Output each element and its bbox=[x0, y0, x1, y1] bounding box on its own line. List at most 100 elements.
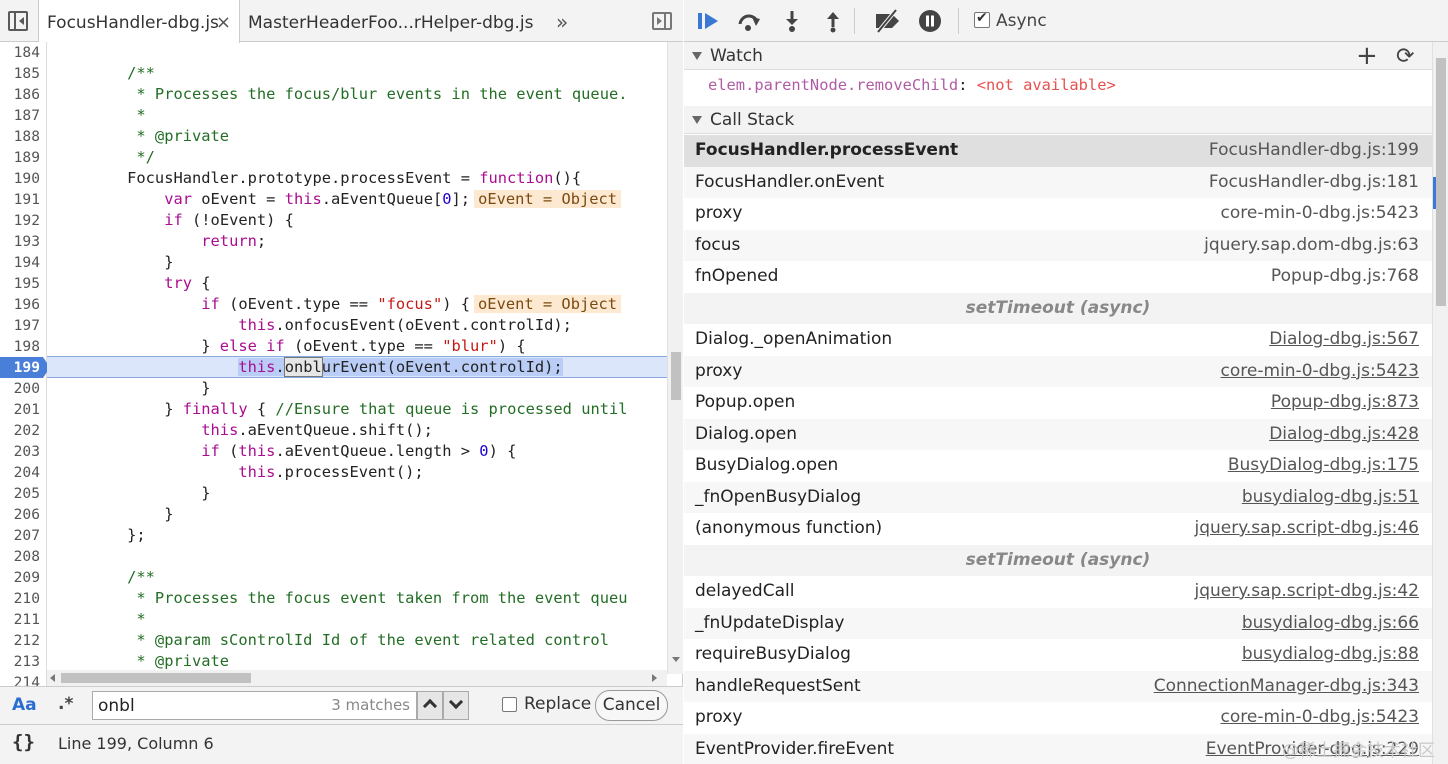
cancel-button[interactable]: Cancel bbox=[595, 690, 668, 721]
call-frame[interactable]: FocusHandler.processEvent FocusHandler-db… bbox=[684, 135, 1432, 167]
code-line[interactable]: * Processes the focus/blur events in the… bbox=[53, 84, 627, 105]
frame-location-link[interactable]: Dialog-dbg.js:567 bbox=[1269, 329, 1419, 349]
code-line[interactable]: * bbox=[53, 609, 145, 630]
line-number[interactable]: 191 bbox=[0, 189, 40, 210]
more-tabs-icon[interactable]: » bbox=[556, 10, 568, 34]
code-line[interactable]: return; bbox=[53, 231, 266, 252]
frame-location-link[interactable]: Dialog-dbg.js:428 bbox=[1269, 424, 1419, 444]
call-frame[interactable]: handleRequestSent ConnectionManager-dbg.j… bbox=[684, 670, 1432, 702]
line-number[interactable]: 210 bbox=[0, 588, 40, 609]
code-line[interactable]: if (!oEvent) { bbox=[53, 210, 294, 231]
line-number[interactable]: 201 bbox=[0, 399, 40, 420]
line-number[interactable]: 200 bbox=[0, 378, 40, 399]
call-frame[interactable]: focus jquery.sap.dom-dbg.js:63 bbox=[684, 229, 1432, 261]
line-number[interactable]: 208 bbox=[0, 546, 40, 567]
line-number[interactable]: 209 bbox=[0, 567, 40, 588]
refresh-icon[interactable]: ⟳ bbox=[1396, 44, 1414, 69]
code-line[interactable]: * @private bbox=[53, 651, 229, 672]
line-number[interactable]: 202 bbox=[0, 420, 40, 441]
call-frame[interactable]: requireBusyDialog busydialog-dbg.js:88 bbox=[684, 639, 1432, 671]
code-editor[interactable]: 184 185 186 187 188 189 190 191 192 193 194 195 196 1… bbox=[0, 42, 683, 686]
line-number[interactable]: 204 bbox=[0, 462, 40, 483]
line-number[interactable]: 189 bbox=[0, 147, 40, 168]
line-number[interactable]: 206 bbox=[0, 504, 40, 525]
add-watch-icon[interactable]: + bbox=[1356, 43, 1378, 69]
frame-location-link[interactable]: jquery.sap.script-dbg.js:46 bbox=[1195, 518, 1419, 538]
line-number[interactable]: 196 bbox=[0, 294, 40, 315]
search-next-button[interactable] bbox=[443, 691, 469, 720]
line-number[interactable]: 214 bbox=[0, 672, 40, 686]
line-number[interactable]: 198 bbox=[0, 336, 40, 357]
code-line[interactable]: * @private bbox=[53, 126, 229, 147]
toggle-navigator-icon[interactable] bbox=[8, 11, 28, 31]
toggle-debugger-icon[interactable] bbox=[652, 12, 672, 30]
watch-section-header[interactable]: Watch + ⟳ bbox=[684, 42, 1432, 70]
call-frame[interactable]: Dialog.open Dialog-dbg.js:428 bbox=[684, 418, 1432, 450]
line-number[interactable]: 193 bbox=[0, 231, 40, 252]
line-number[interactable]: 203 bbox=[0, 441, 40, 462]
tab-masterheader[interactable]: MasterHeaderFoo...rHelper-dbg.js bbox=[248, 0, 533, 42]
call-frame[interactable]: (anonymous function) jquery.sap.script-db… bbox=[684, 513, 1432, 545]
expand-triangle-icon[interactable] bbox=[692, 52, 702, 60]
frame-location-link[interactable]: busydialog-dbg.js:66 bbox=[1242, 613, 1419, 633]
code-line[interactable]: /** bbox=[53, 567, 155, 588]
regex-button[interactable]: .* bbox=[58, 694, 73, 714]
code-line[interactable]: } finally { //Ensure that queue is proce… bbox=[53, 399, 627, 420]
line-number[interactable]: 187 bbox=[0, 105, 40, 126]
expand-triangle-icon[interactable] bbox=[692, 116, 702, 124]
horizontal-scrollbar[interactable] bbox=[47, 670, 667, 686]
call-frame[interactable]: Popup.open Popup-dbg.js:873 bbox=[684, 387, 1432, 419]
breakpoint-marker[interactable]: 199 bbox=[0, 357, 50, 378]
call-frame[interactable]: _fnOpenBusyDialog busydialog-dbg.js:51 bbox=[684, 481, 1432, 513]
code-line[interactable]: /** bbox=[53, 63, 155, 84]
code-line[interactable]: */ bbox=[53, 147, 155, 168]
line-number[interactable]: 205 bbox=[0, 483, 40, 504]
sidebar-scroll-thumb[interactable] bbox=[1436, 58, 1446, 306]
line-number[interactable]: 213 bbox=[0, 651, 40, 672]
async-label[interactable]: Async bbox=[996, 11, 1047, 31]
scroll-left-arrow-icon[interactable] bbox=[50, 674, 55, 682]
call-frame[interactable]: proxy core-min-0-dbg.js:5423 bbox=[684, 702, 1432, 734]
sidebar-scrollbar[interactable] bbox=[1432, 42, 1448, 764]
tab-focushandler[interactable]: FocusHandler-dbg.js × bbox=[38, 0, 240, 43]
frame-location-link[interactable]: core-min-0-dbg.js:5423 bbox=[1221, 361, 1419, 381]
code-line[interactable]: try { bbox=[53, 273, 210, 294]
horizontal-scroll-thumb[interactable] bbox=[61, 673, 251, 683]
code-line[interactable]: } else if (oEvent.type == "blur") { bbox=[53, 336, 525, 357]
frame-location-link[interactable]: FocusHandler-dbg.js:181 bbox=[1209, 172, 1419, 192]
async-checkbox[interactable] bbox=[974, 10, 990, 28]
call-frame[interactable]: Dialog._openAnimation Dialog-dbg.js:567 bbox=[684, 324, 1432, 356]
frame-location-link[interactable]: BusyDialog-dbg.js:175 bbox=[1228, 455, 1419, 475]
step-out-icon[interactable] bbox=[821, 9, 845, 33]
deactivate-breakpoints-icon[interactable] bbox=[872, 9, 902, 33]
call-frame[interactable]: FocusHandler.onEvent FocusHandler-dbg.js:… bbox=[684, 166, 1432, 198]
frame-location-link[interactable]: jquery.sap.dom-dbg.js:63 bbox=[1204, 235, 1419, 255]
frame-location-link[interactable]: ConnectionManager-dbg.js:343 bbox=[1154, 676, 1419, 696]
code-line[interactable]: if (oEvent.type == "focus") {oEvent = Ob… bbox=[53, 294, 622, 315]
code-line[interactable]: FocusHandler.prototype.processEvent = fu… bbox=[53, 168, 581, 189]
frame-location-link[interactable]: Popup-dbg.js:873 bbox=[1271, 392, 1419, 412]
pause-on-exceptions-icon[interactable] bbox=[918, 9, 942, 33]
line-number[interactable]: 197 bbox=[0, 315, 40, 336]
frame-location-link[interactable]: core-min-0-dbg.js:5423 bbox=[1221, 203, 1419, 223]
code-line[interactable]: * @param sControlId Id of the event rela… bbox=[53, 630, 609, 651]
code-line[interactable]: * Processes the focus event taken from t… bbox=[53, 588, 627, 609]
frame-location-link[interactable]: Popup-dbg.js:768 bbox=[1271, 266, 1419, 286]
scroll-right-arrow-icon[interactable] bbox=[652, 674, 657, 682]
code-line[interactable]: } bbox=[53, 504, 173, 525]
line-number[interactable]: 195 bbox=[0, 273, 40, 294]
line-number[interactable]: 188 bbox=[0, 126, 40, 147]
code-line[interactable]: this.aEventQueue.shift(); bbox=[53, 420, 433, 441]
code-line[interactable]: }; bbox=[53, 525, 146, 546]
call-frame[interactable]: delayedCall jquery.sap.script-dbg.js:42 bbox=[684, 576, 1432, 608]
code-line[interactable]: if (this.aEventQueue.length > 0) { bbox=[53, 441, 516, 462]
close-tab-icon[interactable]: × bbox=[216, 0, 231, 46]
frame-location-link[interactable]: busydialog-dbg.js:51 bbox=[1242, 487, 1419, 507]
line-number[interactable]: 192 bbox=[0, 210, 40, 231]
line-number[interactable]: 190 bbox=[0, 168, 40, 189]
replace-checkbox[interactable] bbox=[502, 697, 517, 712]
replace-label[interactable]: Replace bbox=[524, 694, 591, 714]
vertical-scroll-thumb[interactable] bbox=[671, 352, 681, 400]
call-frame[interactable]: _fnUpdateDisplay busydialog-dbg.js:66 bbox=[684, 607, 1432, 639]
watch-expression[interactable]: elem.parentNode.removeChild: <not availa… bbox=[708, 76, 1116, 94]
